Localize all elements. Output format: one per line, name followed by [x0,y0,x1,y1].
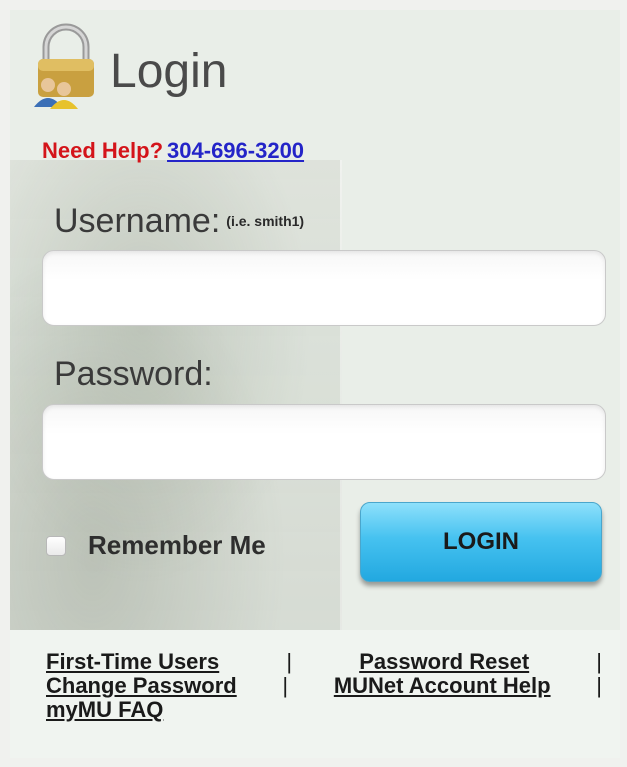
link-separator: | [282,673,289,698]
username-hint: (i.e. smith1) [226,213,305,229]
username-label-text: Username: [54,202,221,240]
link-separator: | [596,649,602,674]
username-label: Username: (i.e. smith1) [54,202,304,241]
munet-account-help-link[interactable]: MUNet Account Help [334,674,551,698]
footer-links-row-2: Change Password | MUNet Account Help | [46,674,606,698]
help-phone-link[interactable]: 304-696-3200 [167,138,304,163]
footer-links-row-1: First-Time Users | Password Reset | [46,650,606,674]
remember-me-row: Remember Me [46,530,266,561]
login-header: Login [30,16,227,116]
link-separator: | [596,673,602,698]
footer-links: First-Time Users | Password Reset | Chan… [46,650,606,722]
lock-users-icon [30,23,102,109]
help-line: Need Help? 304-696-3200 [42,138,304,164]
footer-links-row-3: myMU FAQ [46,698,606,722]
help-label: Need Help? [42,138,164,163]
link-separator: | [286,649,293,674]
remember-me-checkbox[interactable] [46,535,66,556]
login-button[interactable]: LOGIN [360,502,602,582]
password-label-text: Password: [54,355,213,393]
password-input[interactable] [42,404,606,480]
password-label: Password: [54,355,213,394]
first-time-users-link[interactable]: First-Time Users [46,650,219,674]
remember-me-label[interactable]: Remember Me [88,530,266,561]
login-panel: Login Need Help? 304-696-3200 Username: (i… [10,10,620,758]
page-title: Login [110,44,228,98]
mymu-faq-link[interactable]: myMU FAQ [46,697,163,722]
password-reset-link[interactable]: Password Reset [359,650,529,674]
change-password-link[interactable]: Change Password [46,674,237,698]
username-input[interactable] [42,250,606,326]
